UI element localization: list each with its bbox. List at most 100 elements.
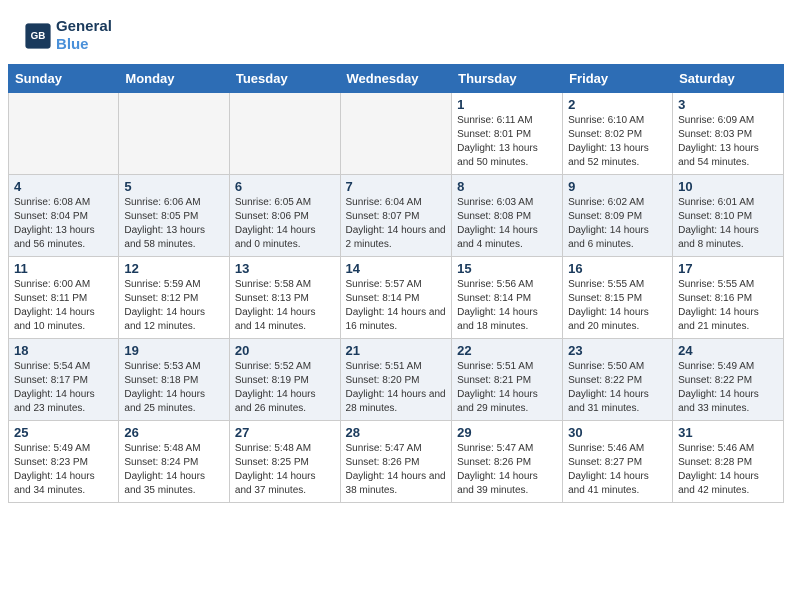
day-number: 30 bbox=[568, 425, 667, 440]
day-number: 7 bbox=[346, 179, 447, 194]
day-info: Sunrise: 5:51 AMSunset: 8:20 PMDaylight:… bbox=[346, 360, 447, 416]
day-info: Sunrise: 5:51 AMSunset: 8:21 PMDaylight:… bbox=[457, 360, 557, 416]
calendar-week-3: 11 Sunrise: 6:00 AMSunset: 8:11 PMDayligh… bbox=[9, 257, 784, 339]
day-number: 17 bbox=[678, 261, 778, 276]
calendar-cell: 24 Sunrise: 5:49 AMSunset: 8:22 PMDayligh… bbox=[673, 339, 784, 421]
calendar-cell: 20 Sunrise: 5:52 AMSunset: 8:19 PMDayligh… bbox=[229, 339, 340, 421]
logo-text: General Blue bbox=[56, 18, 112, 54]
day-info: Sunrise: 6:01 AMSunset: 8:10 PMDaylight:… bbox=[678, 196, 778, 252]
calendar-cell: 13Sunrise: 5:58 AMSunset: 8:13 PMDayligh… bbox=[229, 257, 340, 339]
calendar-cell: 16Sunrise: 5:55 AMSunset: 8:15 PMDayligh… bbox=[563, 257, 673, 339]
calendar-cell: 4Sunrise: 6:08 AMSunset: 8:04 PMDaylight… bbox=[9, 175, 119, 257]
calendar-cell: 28Sunrise: 5:47 AMSunset: 8:26 PMDayligh… bbox=[340, 421, 452, 503]
day-number: 20 bbox=[235, 343, 335, 358]
day-number: 8 bbox=[457, 179, 557, 194]
day-number: 19 bbox=[124, 343, 224, 358]
day-info: Sunrise: 5:49 AMSunset: 8:22 PMDaylight:… bbox=[678, 360, 778, 416]
weekday-header-tuesday: Tuesday bbox=[229, 65, 340, 93]
day-info: Sunrise: 5:47 AMSunset: 8:26 PMDaylight:… bbox=[346, 442, 447, 498]
calendar-cell: 7 Sunrise: 6:04 AMSunset: 8:07 PMDaylight… bbox=[340, 175, 452, 257]
day-number: 10 bbox=[678, 179, 778, 194]
day-info: Sunrise: 5:46 AMSunset: 8:27 PMDaylight:… bbox=[568, 442, 667, 498]
day-info: Sunrise: 5:56 AMSunset: 8:14 PMDaylight:… bbox=[457, 278, 557, 334]
calendar-cell bbox=[9, 93, 119, 175]
calendar-cell: 18 Sunrise: 5:54 AMSunset: 8:17 PMDayligh… bbox=[9, 339, 119, 421]
day-info: Sunrise: 5:53 AMSunset: 8:18 PMDaylight:… bbox=[124, 360, 224, 416]
calendar-cell: 26 Sunrise: 5:48 AMSunset: 8:24 PMDayligh… bbox=[119, 421, 230, 503]
day-info: Sunrise: 6:05 AMSunset: 8:06 PMDaylight:… bbox=[235, 196, 335, 252]
day-info: Sunrise: 6:00 AMSunset: 8:11 PMDaylight:… bbox=[14, 278, 113, 334]
calendar-week-5: 25Sunrise: 5:49 AMSunset: 8:23 PMDayligh… bbox=[9, 421, 784, 503]
day-info: Sunrise: 5:52 AMSunset: 8:19 PMDaylight:… bbox=[235, 360, 335, 416]
day-number: 6 bbox=[235, 179, 335, 194]
day-number: 3 bbox=[678, 97, 778, 112]
calendar-cell bbox=[229, 93, 340, 175]
day-info: Sunrise: 6:02 AMSunset: 8:09 PMDaylight:… bbox=[568, 196, 667, 252]
day-number: 24 bbox=[678, 343, 778, 358]
calendar-cell bbox=[119, 93, 230, 175]
calendar-table: SundayMondayTuesdayWednesdayThursdayFrid… bbox=[8, 64, 784, 503]
weekday-header-saturday: Saturday bbox=[673, 65, 784, 93]
calendar-cell: 17 Sunrise: 5:55 AMSunset: 8:16 PMDayligh… bbox=[673, 257, 784, 339]
day-info: Sunrise: 5:55 AMSunset: 8:16 PMDaylight:… bbox=[678, 278, 778, 334]
calendar-cell: 22Sunrise: 5:51 AMSunset: 8:21 PMDayligh… bbox=[452, 339, 563, 421]
calendar-cell: 14 Sunrise: 5:57 AMSunset: 8:14 PMDayligh… bbox=[340, 257, 452, 339]
day-number: 29 bbox=[457, 425, 557, 440]
day-info: Sunrise: 5:59 AMSunset: 8:12 PMDaylight:… bbox=[124, 278, 224, 334]
calendar-cell: 27 Sunrise: 5:48 AMSunset: 8:25 PMDayligh… bbox=[229, 421, 340, 503]
day-number: 2 bbox=[568, 97, 667, 112]
day-number: 1 bbox=[457, 97, 557, 112]
day-number: 15 bbox=[457, 261, 557, 276]
day-info: Sunrise: 6:09 AMSunset: 8:03 PMDaylight:… bbox=[678, 114, 778, 170]
page-header: GB General Blue bbox=[0, 0, 792, 64]
day-number: 25 bbox=[14, 425, 113, 440]
day-info: Sunrise: 5:48 AMSunset: 8:24 PMDaylight:… bbox=[124, 442, 224, 498]
weekday-header-sunday: Sunday bbox=[9, 65, 119, 93]
day-info: Sunrise: 6:11 AMSunset: 8:01 PMDaylight:… bbox=[457, 114, 557, 170]
calendar-cell: 10 Sunrise: 6:01 AMSunset: 8:10 PMDayligh… bbox=[673, 175, 784, 257]
day-info: Sunrise: 5:48 AMSunset: 8:25 PMDaylight:… bbox=[235, 442, 335, 498]
day-info: Sunrise: 5:46 AMSunset: 8:28 PMDaylight:… bbox=[678, 442, 778, 498]
day-number: 27 bbox=[235, 425, 335, 440]
calendar-cell: 2Sunrise: 6:10 AMSunset: 8:02 PMDaylight… bbox=[563, 93, 673, 175]
calendar-week-2: 4Sunrise: 6:08 AMSunset: 8:04 PMDaylight… bbox=[9, 175, 784, 257]
calendar-cell: 11 Sunrise: 6:00 AMSunset: 8:11 PMDayligh… bbox=[9, 257, 119, 339]
day-info: Sunrise: 5:50 AMSunset: 8:22 PMDaylight:… bbox=[568, 360, 667, 416]
logo: GB General Blue bbox=[24, 18, 112, 54]
calendar-week-4: 18 Sunrise: 5:54 AMSunset: 8:17 PMDayligh… bbox=[9, 339, 784, 421]
day-number: 13 bbox=[235, 261, 335, 276]
calendar-cell: 25Sunrise: 5:49 AMSunset: 8:23 PMDayligh… bbox=[9, 421, 119, 503]
calendar-cell: 8 Sunrise: 6:03 AMSunset: 8:08 PMDaylight… bbox=[452, 175, 563, 257]
day-info: Sunrise: 6:04 AMSunset: 8:07 PMDaylight:… bbox=[346, 196, 447, 252]
day-info: Sunrise: 6:08 AMSunset: 8:04 PMDaylight:… bbox=[14, 196, 113, 252]
calendar-cell: 6 Sunrise: 6:05 AMSunset: 8:06 PMDaylight… bbox=[229, 175, 340, 257]
calendar-week-1: 1 Sunrise: 6:11 AMSunset: 8:01 PMDaylight… bbox=[9, 93, 784, 175]
calendar-wrapper: SundayMondayTuesdayWednesdayThursdayFrid… bbox=[0, 64, 792, 511]
day-number: 31 bbox=[678, 425, 778, 440]
calendar-cell: 30 Sunrise: 5:46 AMSunset: 8:27 PMDayligh… bbox=[563, 421, 673, 503]
day-info: Sunrise: 5:55 AMSunset: 8:15 PMDaylight:… bbox=[568, 278, 667, 334]
day-number: 5 bbox=[124, 179, 224, 194]
day-info: Sunrise: 5:54 AMSunset: 8:17 PMDaylight:… bbox=[14, 360, 113, 416]
calendar-cell: 31 Sunrise: 5:46 AMSunset: 8:28 PMDayligh… bbox=[673, 421, 784, 503]
day-number: 26 bbox=[124, 425, 224, 440]
day-number: 18 bbox=[14, 343, 113, 358]
svg-text:GB: GB bbox=[31, 31, 46, 42]
day-info: Sunrise: 6:03 AMSunset: 8:08 PMDaylight:… bbox=[457, 196, 557, 252]
day-info: Sunrise: 5:57 AMSunset: 8:14 PMDaylight:… bbox=[346, 278, 447, 334]
logo-icon: GB bbox=[24, 22, 52, 50]
weekday-header-friday: Friday bbox=[563, 65, 673, 93]
day-info: Sunrise: 5:47 AMSunset: 8:26 PMDaylight:… bbox=[457, 442, 557, 498]
weekday-header-row: SundayMondayTuesdayWednesdayThursdayFrid… bbox=[9, 65, 784, 93]
calendar-cell: 15 Sunrise: 5:56 AMSunset: 8:14 PMDayligh… bbox=[452, 257, 563, 339]
weekday-header-thursday: Thursday bbox=[452, 65, 563, 93]
calendar-cell: 5Sunrise: 6:06 AMSunset: 8:05 PMDaylight… bbox=[119, 175, 230, 257]
calendar-cell bbox=[340, 93, 452, 175]
day-number: 12 bbox=[124, 261, 224, 276]
day-number: 14 bbox=[346, 261, 447, 276]
calendar-cell: 9Sunrise: 6:02 AMSunset: 8:09 PMDaylight… bbox=[563, 175, 673, 257]
calendar-cell: 21Sunrise: 5:51 AMSunset: 8:20 PMDayligh… bbox=[340, 339, 452, 421]
calendar-cell: 19 Sunrise: 5:53 AMSunset: 8:18 PMDayligh… bbox=[119, 339, 230, 421]
weekday-header-wednesday: Wednesday bbox=[340, 65, 452, 93]
day-number: 11 bbox=[14, 261, 113, 276]
